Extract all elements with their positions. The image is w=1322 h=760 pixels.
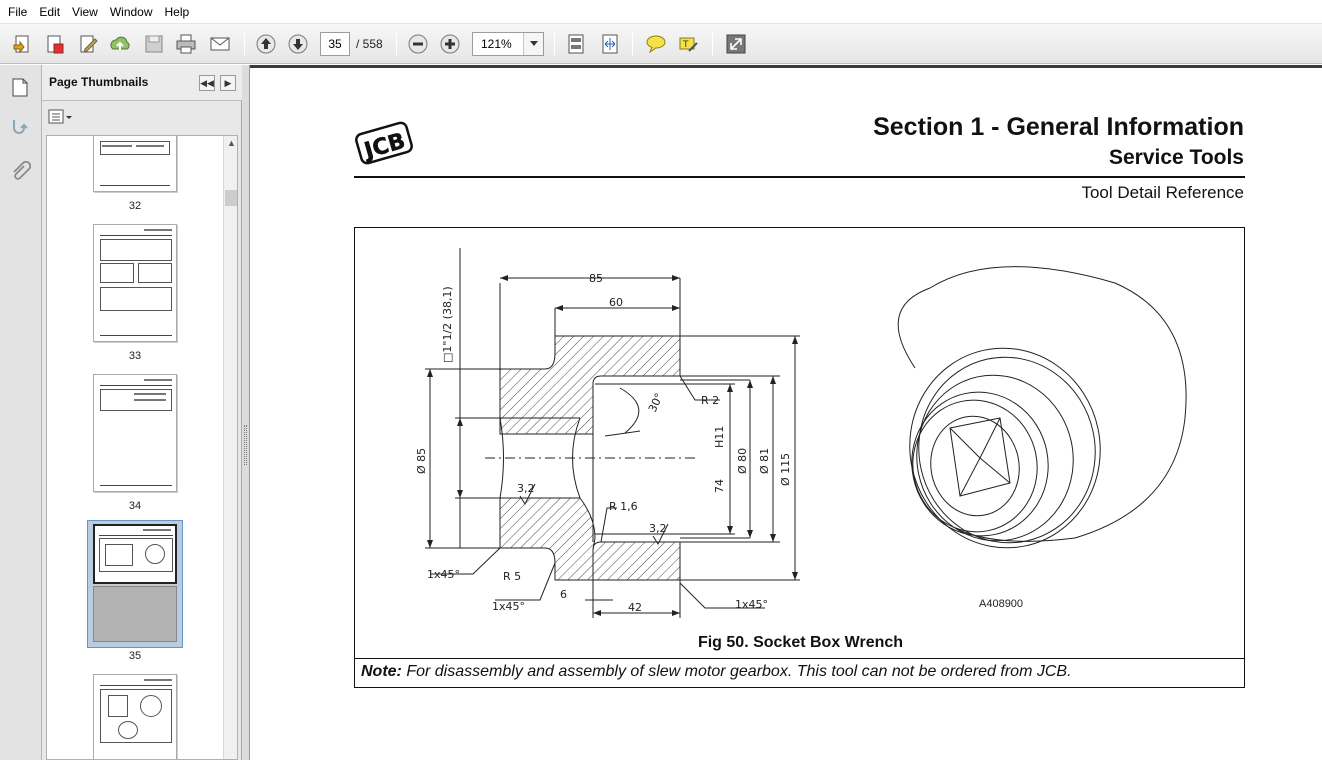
bookmarks-icon[interactable] [6,113,34,141]
thumbnail-page-32[interactable] [93,136,177,192]
thumbnail-viewport-region [93,586,177,642]
collapse-panel-icon[interactable]: ◀◀ [199,75,215,91]
document-page: JCB Section 1 - General Information Serv… [250,68,1322,760]
page-label: 35 [128,650,142,662]
scroll-thumb[interactable] [225,190,237,206]
zoom-value: 121% [481,37,512,51]
jcb-logo: JCB [354,118,414,171]
page-label: 33 [128,350,142,362]
dim-60: 60 [609,296,623,309]
panel-menu-icon[interactable]: ▶ [220,75,236,91]
attachments-icon[interactable] [6,157,34,185]
socket-3d-view [897,266,1187,549]
surface-finish-1: 3,2 [517,482,535,495]
fit-page-icon[interactable] [562,30,590,58]
dim-dia85: Ø 85 [415,448,428,474]
section-reference: Tool Detail Reference [1081,183,1244,202]
dim-angle: 30° [646,391,666,414]
dim-h11: H11 [713,426,726,448]
panel-title: Page Thumbnails [49,75,149,89]
page-thumbnails-icon[interactable] [6,73,34,101]
svg-text:T: T [682,40,689,50]
dim-r16: R 1,6 [609,500,638,513]
panel-header: Page Thumbnails ◀◀ ▶ [42,65,242,101]
save-icon[interactable] [140,30,168,58]
menu-edit[interactable]: Edit [33,0,66,24]
upload-icon[interactable] [106,30,134,58]
thumbnail-page-36[interactable] [93,674,177,759]
dim-74: 74 [713,479,726,493]
note-box: Note: For disassembly and assembly of sl… [354,658,1245,688]
dim-85: 85 [589,272,603,285]
note-text: For disassembly and assembly of slew mot… [401,663,1072,680]
dim-chamfer-2: 1x45° [492,600,525,613]
menu-file[interactable]: File [2,0,33,24]
dim-dia81: Ø 81 [758,448,771,474]
thumbnail-options-icon[interactable] [48,109,74,127]
fit-width-icon[interactable] [596,30,624,58]
create-pdf-icon[interactable] [40,30,68,58]
menu-window[interactable]: Window [104,0,159,24]
edit-icon[interactable] [74,30,102,58]
scroll-up-icon[interactable]: ▲ [224,138,237,152]
thumbnails-panel: Page Thumbnails ◀◀ ▶ 32 33 34 35 ▲ [42,65,242,760]
section-title: Section 1 - General Information [873,113,1244,141]
email-icon[interactable] [206,30,234,58]
section-subtitle: Service Tools [1108,146,1244,169]
dim-42: 42 [628,601,642,614]
thumbnail-page-34[interactable] [93,374,177,492]
dim-r5: R 5 [503,570,521,583]
dim-drive: □1"1/2 (38,1) [441,286,454,363]
technical-drawing: 85 60 □1"1/2 (38,1) Ø 85 R 2 30° H11 Ø 8… [415,248,1187,618]
zoom-in-icon[interactable] [436,30,464,58]
create-icon[interactable] [8,30,36,58]
chevron-down-icon[interactable] [523,33,543,55]
prev-page-icon[interactable] [252,30,280,58]
panel-splitter[interactable] [242,65,250,760]
navigation-rail [0,65,42,760]
dim-chamfer-1: 1x45° [427,568,460,581]
next-page-icon[interactable] [284,30,312,58]
dim-6: 6 [560,588,567,601]
thumbnail-scrollbar[interactable]: ▲ [223,136,237,759]
surface-finish-2: 3,2 [649,522,667,535]
comment-icon[interactable] [642,30,670,58]
thumbnail-page-33[interactable] [93,224,177,342]
fullscreen-icon[interactable] [722,30,750,58]
menu-bar: File Edit View Window Help [0,0,1322,24]
page-label: 34 [128,500,142,512]
toolbar: 35 / 558 121% T [0,24,1322,64]
highlight-icon[interactable]: T [674,30,702,58]
dim-chamfer-3: 1x45° [735,598,768,611]
thumbnail-list[interactable]: 32 33 34 35 ▲ [46,135,238,760]
print-icon[interactable] [172,30,200,58]
dim-dia115: Ø 115 [779,453,792,486]
figure-box: 85 60 □1"1/2 (38,1) Ø 85 R 2 30° H11 Ø 8… [354,227,1245,659]
zoom-out-icon[interactable] [404,30,432,58]
note-label: Note: [361,663,402,680]
dim-r2: R 2 [701,394,719,407]
zoom-select[interactable]: 121% [472,32,544,56]
header-rule [354,176,1245,178]
page-label: 32 [128,200,142,212]
figure-code: A408900 [979,598,1024,610]
menu-view[interactable]: View [66,0,104,24]
menu-help[interactable]: Help [159,0,196,24]
page-number-input[interactable]: 35 [320,32,350,56]
dim-dia80: Ø 80 [736,448,749,474]
page-total: / 558 [356,37,383,51]
figure-caption: Fig 50. Socket Box Wrench [697,634,904,651]
thumbnail-page-35[interactable] [93,524,177,584]
